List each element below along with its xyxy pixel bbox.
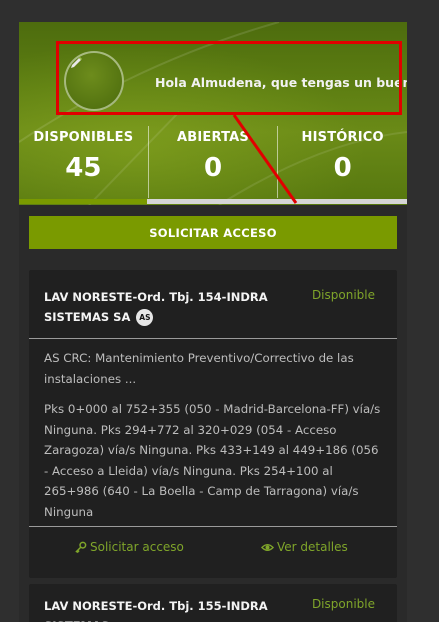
stats-row: DISPONIBLES 45 ABIERTAS 0 HISTÓRICO 0	[19, 126, 407, 198]
annotation-highlight-box	[56, 41, 402, 115]
stat-label: DISPONIBLES	[33, 130, 134, 145]
card-title-text: LAV NORESTE-Ord. Tbj. 154-INDRA SISTEMAS…	[44, 290, 268, 324]
divider	[29, 526, 397, 527]
eye-icon	[261, 543, 274, 551]
header-banner: Hola Almudena, que tengas un buen día DI…	[19, 22, 407, 205]
view-details-link[interactable]: Ver detalles	[261, 540, 348, 554]
stat-value: 0	[203, 153, 223, 183]
stat-label: ABIERTAS	[177, 130, 249, 145]
status-badge: Disponible	[311, 597, 375, 611]
divider	[29, 338, 397, 339]
request-access-label: Solicitar acceso	[90, 540, 184, 554]
stat-label: HISTÓRICO	[301, 130, 384, 145]
card-description: AS CRC: Mantenimiento Preventivo/Correct…	[44, 351, 354, 386]
stat-disponibles[interactable]: DISPONIBLES 45	[19, 126, 148, 198]
card-title[interactable]: LAV NORESTE-Ord. Tbj. 154-INDRA SISTEMAS…	[44, 287, 302, 327]
view-details-label: Ver detalles	[277, 540, 348, 554]
as-badge: AS	[136, 309, 154, 326]
app-screen: Hola Almudena, que tengas un buen día DI…	[19, 22, 407, 622]
stat-abiertas[interactable]: ABIERTAS 0	[147, 126, 278, 198]
status-badge: Disponible	[311, 288, 375, 302]
stat-value: 45	[65, 153, 102, 183]
tab-progress-fill	[19, 199, 148, 204]
card-pks-text: Pks 0+000 al 752+355 (050 - Madrid-Barce…	[44, 402, 381, 519]
key-icon	[75, 541, 87, 553]
work-order-card[interactable]: LAV NORESTE-Ord. Tbj. 155-INDRA SISTEMAS…	[29, 584, 397, 622]
card-actions: Solicitar acceso Ver detalles	[29, 528, 397, 568]
request-access-link[interactable]: Solicitar acceso	[74, 540, 184, 554]
card-title-text[interactable]: LAV NORESTE-Ord. Tbj. 155-INDRA SISTEMAS	[44, 596, 302, 622]
stat-value: 0	[333, 153, 352, 183]
stat-historico[interactable]: HISTÓRICO 0	[277, 126, 407, 198]
request-access-button[interactable]: SOLICITAR ACCESO	[29, 216, 397, 249]
work-order-card[interactable]: LAV NORESTE-Ord. Tbj. 154-INDRA SISTEMAS…	[29, 270, 397, 578]
tab-progress-bar	[19, 199, 407, 204]
